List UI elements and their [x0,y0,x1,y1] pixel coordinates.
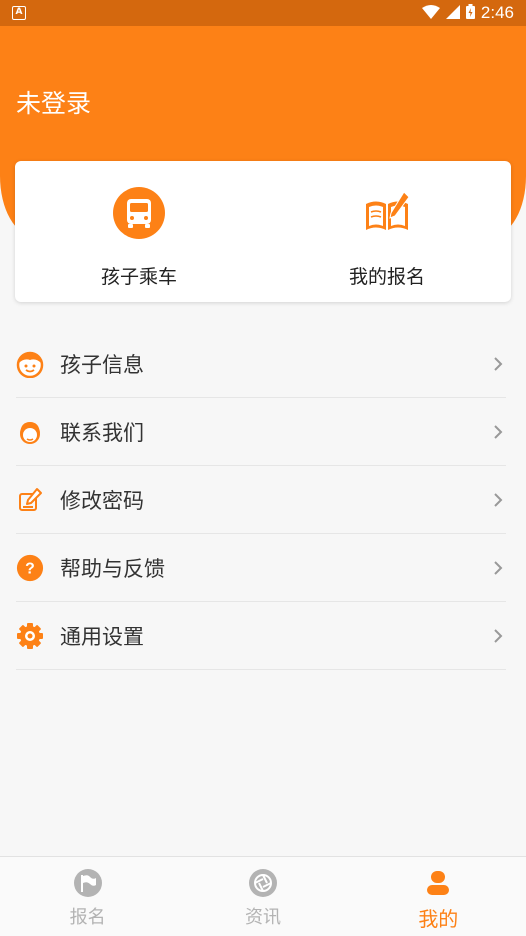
edit-password-icon [16,486,44,514]
child-ride-button[interactable]: 孩子乘车 [15,161,263,302]
menu-label-change-password: 修改密码 [60,488,144,513]
tab-mine[interactable]: 我的 [351,857,526,936]
tab-registration[interactable]: 报名 [0,857,175,936]
wifi-icon [421,4,440,23]
my-registration-button[interactable]: 我的报名 [263,161,511,302]
notification-app-icon: A [12,6,26,20]
status-time: 2:46 [480,3,514,22]
menu-item-child-info[interactable]: 孩子信息 [16,330,506,398]
help-question-icon: ? [16,554,44,582]
login-status-title[interactable]: 未登录 [16,84,91,120]
chevron-right-icon [490,424,506,440]
child-ride-label: 孩子乘车 [100,266,177,288]
settings-gear-icon [16,622,44,650]
flag-icon [72,867,104,899]
menu-label-contact-us: 联系我们 [60,420,144,445]
menu-item-help-feedback[interactable]: ? 帮助与反馈 [16,534,506,602]
menu-item-change-password[interactable]: 修改密码 [16,466,506,534]
customer-service-icon [16,418,44,446]
menu-item-contact-us[interactable]: 联系我们 [16,398,506,466]
menu-item-general-settings[interactable]: 通用设置 [16,602,506,670]
chevron-right-icon [490,560,506,576]
chevron-right-icon [490,628,506,644]
battery-icon [465,3,475,23]
tab-news[interactable]: 资讯 [175,857,350,936]
notebook-pen-icon [360,186,414,240]
shutter-icon [247,867,279,899]
child-face-icon [16,350,44,378]
my-registration-label: 我的报名 [348,266,425,288]
quick-actions-card: 孩子乘车 我的报名 [15,161,511,302]
tab-label-mine: 我的 [418,907,459,931]
menu-label-child-info: 孩子信息 [60,352,144,377]
chevron-right-icon [490,492,506,508]
svg-text:?: ? [25,560,35,577]
menu-label-help-feedback: 帮助与反馈 [60,556,165,581]
signal-icon [445,4,460,23]
tab-label-registration: 报名 [69,907,106,928]
status-bar: A 2:46 [0,0,526,26]
bus-icon [112,186,166,240]
tab-label-news: 资讯 [244,907,281,928]
user-icon [422,867,454,899]
chevron-right-icon [490,356,506,372]
settings-menu: 孩子信息 联系我们 修改密码 ? 帮助与反馈 通用设置 [16,330,506,670]
bottom-tab-bar: 报名 资讯 我的 [0,856,526,936]
menu-label-general-settings: 通用设置 [60,624,144,649]
